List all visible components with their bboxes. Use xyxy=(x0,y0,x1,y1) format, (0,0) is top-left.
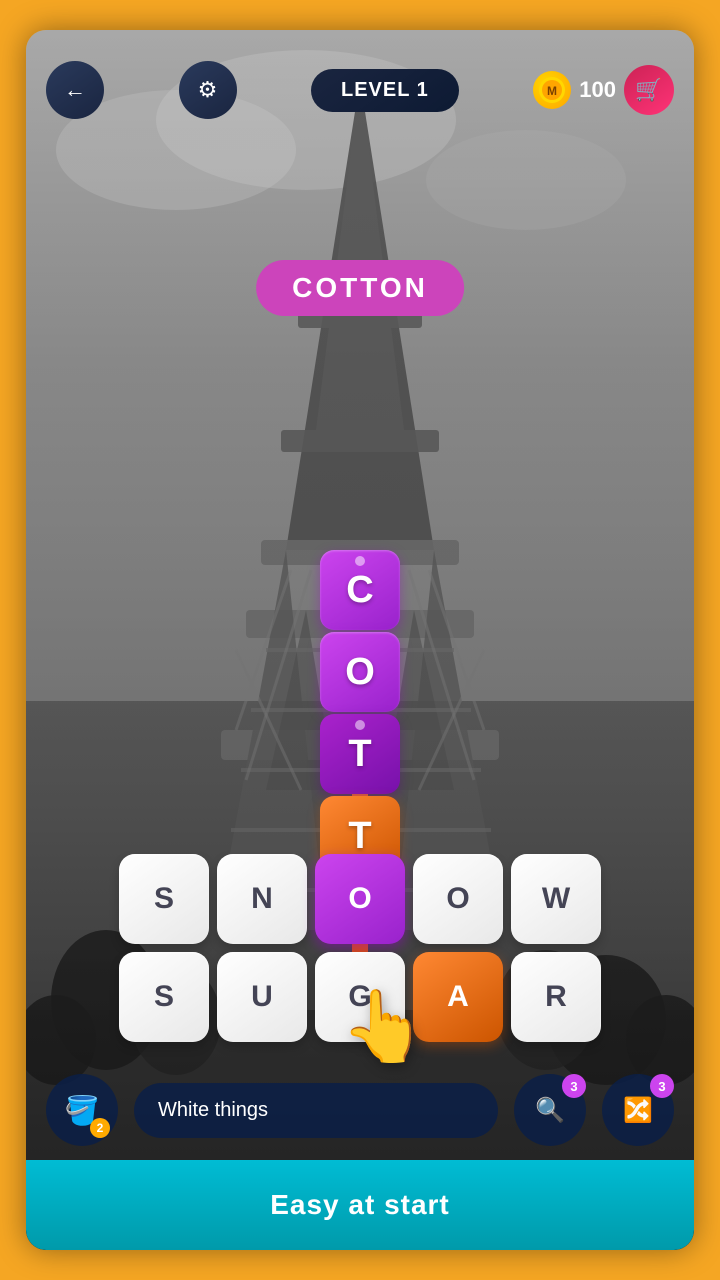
gear-icon: ⚙ xyxy=(198,77,218,103)
bucket-button[interactable]: 🪣 2 xyxy=(46,1074,118,1146)
shuffle-icon: 🔀 xyxy=(623,1096,653,1125)
key-s[interactable]: S xyxy=(119,854,209,944)
search-badge: 3 xyxy=(562,1074,586,1098)
cart-button[interactable]: 🛒 xyxy=(624,65,674,115)
key-u[interactable]: U xyxy=(217,952,307,1042)
search-icon: 🔍 xyxy=(535,1096,565,1125)
back-icon: ← xyxy=(64,77,86,103)
bottom-bar: 🪣 2 White things 🔍 3 🔀 3 xyxy=(26,1050,694,1170)
key-w[interactable]: W xyxy=(511,854,601,944)
word-label: COTTON xyxy=(256,260,464,316)
coin-icon: M xyxy=(533,71,571,109)
key-o2[interactable]: O xyxy=(413,854,503,944)
settings-button[interactable]: ⚙ xyxy=(179,61,237,119)
svg-text:M: M xyxy=(547,84,557,98)
tile-o[interactable]: O xyxy=(320,632,400,712)
search-button[interactable]: 🔍 3 xyxy=(514,1074,586,1146)
key-s2[interactable]: S xyxy=(119,952,209,1042)
hand-cursor: 👆 xyxy=(340,986,427,1068)
shuffle-badge: 3 xyxy=(650,1074,674,1098)
back-button[interactable]: ← xyxy=(46,61,104,119)
coin-count: 100 xyxy=(579,77,616,103)
category-label: White things xyxy=(134,1083,498,1138)
cart-icon: 🛒 xyxy=(635,77,662,103)
tile-t1[interactable]: T xyxy=(320,714,400,794)
coins-area: M 100 🛒 xyxy=(533,65,674,115)
level-badge: LEVEL 1 xyxy=(311,69,459,112)
key-o-selected[interactable]: O xyxy=(315,854,405,944)
bucket-badge: 2 xyxy=(90,1118,110,1138)
tiles-column: C O T T xyxy=(320,550,400,876)
keyboard-row-1: S N O O W xyxy=(46,854,674,944)
shuffle-button[interactable]: 🔀 3 xyxy=(602,1074,674,1146)
key-r[interactable]: R xyxy=(511,952,601,1042)
footer-tagline: Easy at start xyxy=(270,1189,450,1221)
key-n[interactable]: N xyxy=(217,854,307,944)
header: ← ⚙ LEVEL 1 M 100 🛒 xyxy=(26,30,694,140)
tile-c[interactable]: C xyxy=(320,550,400,630)
footer-bar: Easy at start xyxy=(26,1160,694,1250)
